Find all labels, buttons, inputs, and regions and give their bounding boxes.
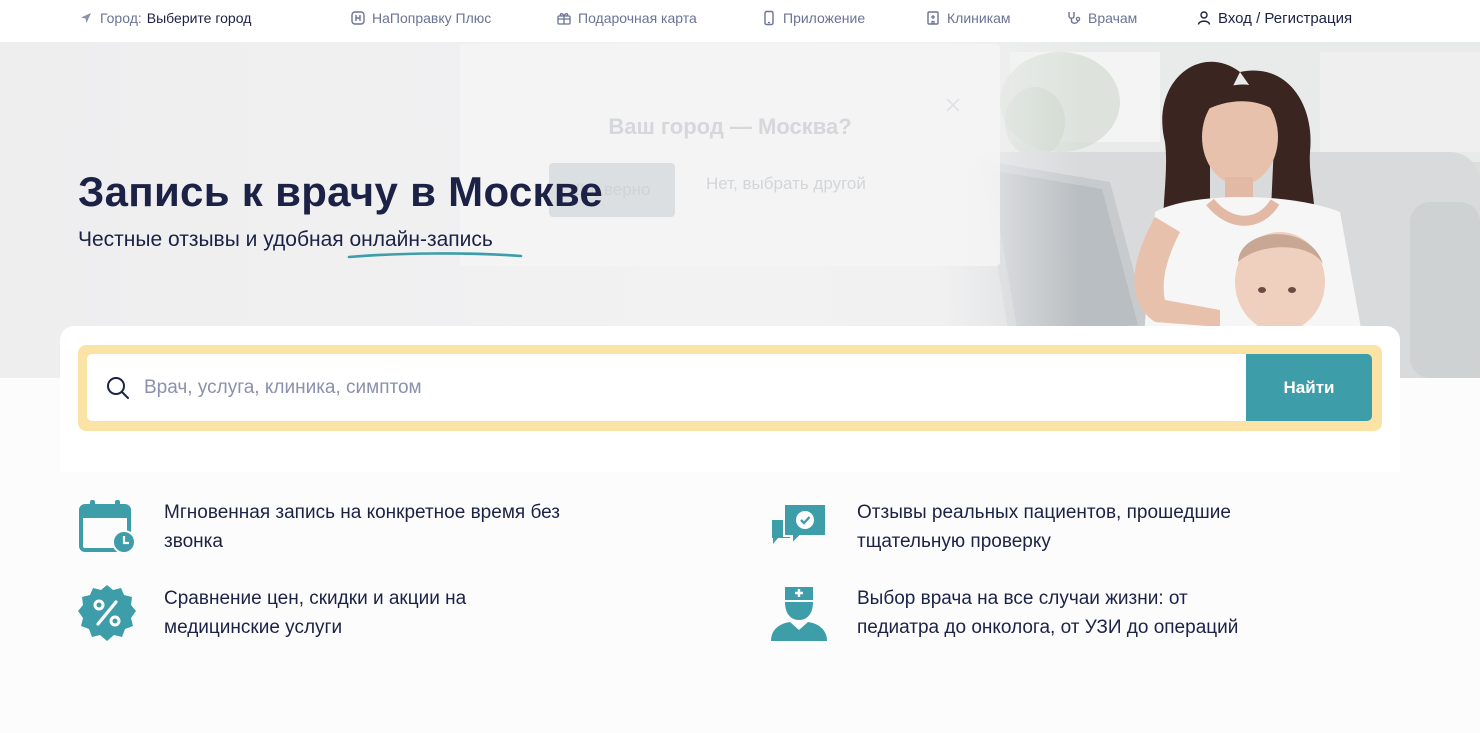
nav-link-gift-card[interactable]: Подарочная карта (556, 0, 697, 36)
gift-icon (557, 13, 571, 25)
discount-percent-icon (78, 585, 136, 641)
clinic-building-icon (927, 11, 939, 25)
feature-line: Сравнение цен, скидки и акции на (164, 588, 467, 609)
nav-link-label: Клиникам (947, 10, 1011, 26)
phone-icon (764, 10, 774, 26)
nav-link-label: Приложение (783, 10, 866, 26)
hero-subtitle-plain: Честные отзывы и удобная (78, 228, 344, 251)
city-label: Город: (100, 10, 142, 26)
feature-line: педиатра до онколога, от УЗИ до операций (857, 617, 1239, 638)
top-navigation-bar: Город: Выберите город НаПоправку Плюс По… (0, 0, 1480, 42)
city-value: Выберите город (146, 10, 252, 26)
hero-subtitle-underlined: онлайн-запись (349, 228, 493, 251)
city-confirm-popup: Ваш город — Москва? Да, верно Нет, выбра… (460, 44, 1000, 266)
feature-verified-reviews: Отзывы реальных пациентов, прошедшие тща… (857, 498, 1231, 556)
nav-link-app[interactable]: Приложение (761, 0, 865, 36)
hero-subtitle: Честные отзывы и удобная онлайн-запись (78, 228, 523, 259)
reviews-check-icon (772, 503, 827, 547)
feature-doctor-choice: Выбор врача на все случаи жизни: от педи… (857, 584, 1238, 642)
page-title: Запись к врачу в Москве (78, 168, 604, 215)
nav-link-label: Врачам (1088, 10, 1138, 26)
nav-link-label: НаПоправку Плюс (372, 10, 492, 26)
city-popup-title: Ваш город — Москва? (608, 114, 852, 139)
feature-price-comparison: Сравнение цен, скидки и акции на медицин… (164, 584, 466, 642)
feature-instant-booking: Мгновенная запись на конкретное время бе… (164, 498, 560, 556)
close-icon[interactable] (944, 96, 962, 114)
hero-subtitle-highlight: онлайн-запись (348, 228, 523, 259)
login-register-link[interactable]: Вход / Регистрация (1196, 0, 1352, 36)
nav-link-clinics[interactable]: Клиникам (925, 0, 1011, 36)
feature-line: тщательную проверку (857, 531, 1051, 552)
nav-link-napopravku-plus[interactable]: НаПоправку Плюс (350, 0, 491, 36)
plus-badge-icon (351, 11, 365, 25)
nav-link-doctors[interactable]: Врачам (1066, 0, 1137, 36)
user-icon (1197, 11, 1211, 25)
search-icon (107, 376, 129, 399)
stethoscope-icon (1068, 12, 1081, 24)
feature-line: медицинские услуги (164, 617, 343, 638)
city-selector[interactable]: Город: Выберите город (78, 0, 251, 36)
underline-stroke-icon (348, 252, 523, 259)
feature-line: Выбор врача на все случаи жизни: от (857, 588, 1188, 609)
calendar-clock-icon (79, 500, 136, 554)
feature-line: Отзывы реальных пациентов, прошедшие (857, 502, 1231, 523)
search-input[interactable] (144, 376, 1144, 399)
login-register-label: Вход / Регистрация (1218, 9, 1353, 27)
feature-line: Мгновенная запись на конкретное время бе… (164, 502, 560, 523)
location-arrow-icon (81, 13, 91, 23)
city-choose-other-link[interactable]: Нет, выбрать другой (706, 174, 866, 194)
doctor-icon (771, 587, 827, 641)
search-submit-button[interactable]: Найти (1246, 354, 1372, 421)
feature-line: звонка (164, 531, 223, 552)
nav-link-label: Подарочная карта (578, 10, 697, 26)
search-box[interactable] (87, 354, 1246, 421)
